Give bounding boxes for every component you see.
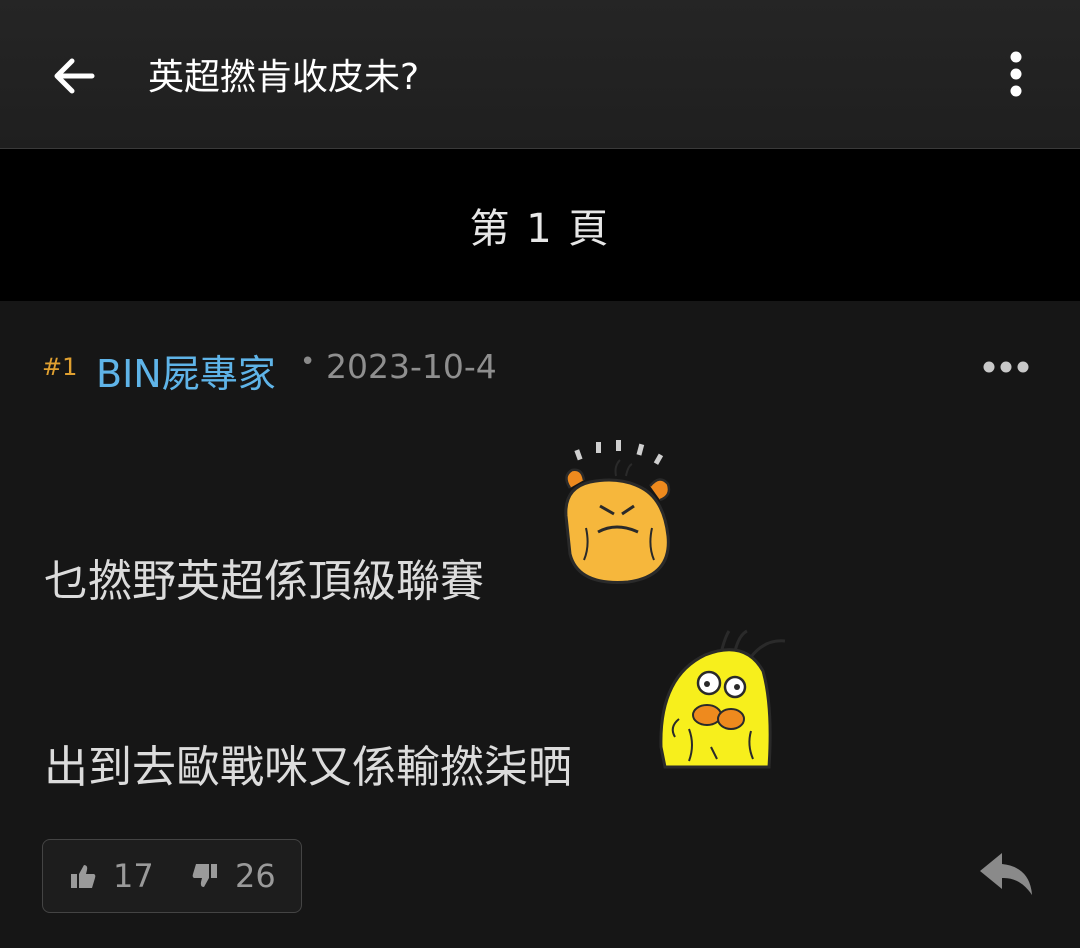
thumbs-down-icon (192, 864, 217, 887)
post-item: #1 BIN屍專家 • 2023-10-4 乜撚野英超係頂級聯賽 出到去歐戰咪又… (0, 301, 1080, 948)
post-text-line: 出到去歐戰咪又係輸撚柒晒 (44, 742, 572, 793)
horizontal-dots-icon (983, 361, 1029, 373)
vote-box: 17 26 (42, 839, 302, 913)
post-text-line: 乜撚野英超係頂級聯賽 (44, 556, 484, 607)
like-count: 17 (113, 857, 154, 895)
like-button[interactable]: 17 (69, 854, 154, 898)
meta-separator: • (300, 347, 316, 377)
post-date: 2023-10-4 (326, 347, 497, 386)
thumbs-up-icon (71, 865, 96, 888)
dislike-count: 26 (235, 857, 276, 895)
page-indicator-bar: 第 1 頁 (0, 149, 1080, 301)
top-app-bar: 英超撚肯收皮未? (0, 0, 1080, 149)
arrow-left-icon (54, 58, 95, 94)
page-label: 第 1 頁 (469, 206, 611, 252)
frustrated-face-sticker (564, 440, 671, 584)
vertical-dots-icon (1010, 51, 1022, 97)
author-name[interactable]: BIN屍專家 (96, 343, 276, 398)
post-options-button[interactable] (982, 357, 1030, 377)
back-button[interactable] (50, 52, 98, 100)
thread-title: 英超撚肯收皮未? (148, 57, 420, 98)
more-options-button[interactable] (996, 50, 1036, 100)
reply-arrow-icon (980, 853, 1032, 895)
dislike-button[interactable]: 26 (191, 854, 276, 898)
post-number: #1 (42, 353, 78, 381)
worried-face-sticker (659, 629, 786, 769)
reply-button[interactable] (978, 849, 1034, 899)
